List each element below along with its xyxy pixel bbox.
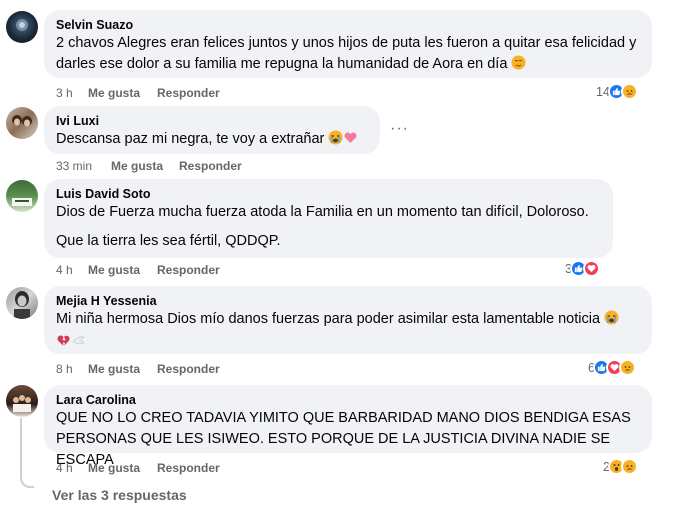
relieved-face-icon	[511, 55, 526, 77]
crying-face-icon	[328, 130, 343, 152]
comment-time[interactable]: 8 h	[56, 361, 73, 377]
reply-button[interactable]: Responder	[157, 262, 220, 278]
comment-actions: 4 h Me gusta Responder	[56, 460, 356, 476]
avatar[interactable]	[6, 287, 38, 319]
like-button[interactable]: Me gusta	[88, 262, 140, 278]
reaction-summary[interactable]: 14	[596, 83, 638, 100]
sad-reaction-icon	[618, 359, 636, 376]
comment-bubble: Luis David Soto Dios de Fuerza mucha fue…	[44, 179, 613, 258]
comment-actions: 8 h Me gusta Responder	[56, 361, 356, 377]
comment-text: Que la tierra les sea fértil, QDDQP.	[56, 233, 281, 249]
comment-time[interactable]: 4 h	[56, 460, 73, 476]
avatar-photo-icon	[14, 291, 30, 319]
like-button[interactable]: Me gusta	[88, 85, 140, 101]
heart-icon	[343, 130, 358, 152]
avatar-photo-icon	[12, 115, 32, 127]
comment-bubble: Lara Carolina QUE NO LO CREO TADAVIA YIM…	[44, 385, 652, 468]
broken-heart-icon	[56, 333, 71, 355]
avatar-photo-icon	[12, 198, 32, 206]
like-button[interactable]: Me gusta	[88, 460, 140, 476]
reaction-summary[interactable]: 3	[565, 260, 600, 277]
avatar-photo-icon	[16, 19, 28, 31]
comment-text: Dios de Fuerza mucha fuerza atoda la Fam…	[56, 204, 589, 220]
comment-text: Descansa paz mi negra, te voy a extrañar	[56, 129, 368, 152]
more-options-icon[interactable]: ···	[390, 120, 409, 138]
sad-reaction-icon	[620, 83, 638, 100]
reply-button[interactable]: Responder	[157, 361, 220, 377]
love-reaction-icon	[582, 260, 600, 277]
comment-actions: 4 h Me gusta Responder	[56, 262, 356, 278]
comment-time[interactable]: 4 h	[56, 262, 73, 278]
reaction-summary[interactable]: 2	[603, 458, 638, 475]
reply-button[interactable]: Responder	[157, 85, 220, 101]
comment-text: 2 chavos Alegres eran felices juntos y u…	[56, 33, 640, 77]
dove-icon	[71, 333, 86, 355]
thread-connector-line	[20, 418, 34, 488]
comment-bubble: Selvin Suazo 2 chavos Alegres eran felic…	[44, 10, 652, 78]
sad-reaction-icon	[620, 458, 638, 475]
reply-button[interactable]: Responder	[157, 460, 220, 476]
view-replies-link[interactable]: Ver las 3 respuestas	[52, 487, 187, 503]
avatar[interactable]	[6, 385, 38, 417]
comment-time[interactable]: 3 h	[56, 85, 73, 101]
crying-face-icon	[604, 310, 619, 332]
comment-actions: 33 min Me gusta Responder	[56, 158, 356, 174]
like-button[interactable]: Me gusta	[88, 361, 140, 377]
comment-text: Mi niña hermosa Dios mío danos fuerzas p…	[56, 309, 640, 355]
comment-time[interactable]: 33 min	[56, 158, 92, 174]
avatar[interactable]	[6, 107, 38, 139]
comment-author[interactable]: Ivi Luxi	[56, 113, 368, 129]
comment-bubble: Ivi Luxi Descansa paz mi negra, te voy a…	[44, 106, 380, 154]
reply-button[interactable]: Responder	[179, 158, 242, 174]
comment-author[interactable]: Luis David Soto	[56, 186, 601, 202]
reaction-summary[interactable]: 6	[588, 359, 636, 376]
comment-author[interactable]: Lara Carolina	[56, 392, 640, 408]
comment-actions: 3 h Me gusta Responder	[56, 85, 356, 101]
comment-author[interactable]: Mejia H Yessenia	[56, 293, 640, 309]
avatar[interactable]	[6, 180, 38, 212]
avatar-photo-icon	[13, 395, 31, 412]
comment-bubble: Mejia H Yessenia Mi niña hermosa Dios mí…	[44, 286, 652, 354]
comment-author[interactable]: Selvin Suazo	[56, 17, 640, 33]
like-button[interactable]: Me gusta	[111, 158, 163, 174]
avatar[interactable]	[6, 11, 38, 43]
